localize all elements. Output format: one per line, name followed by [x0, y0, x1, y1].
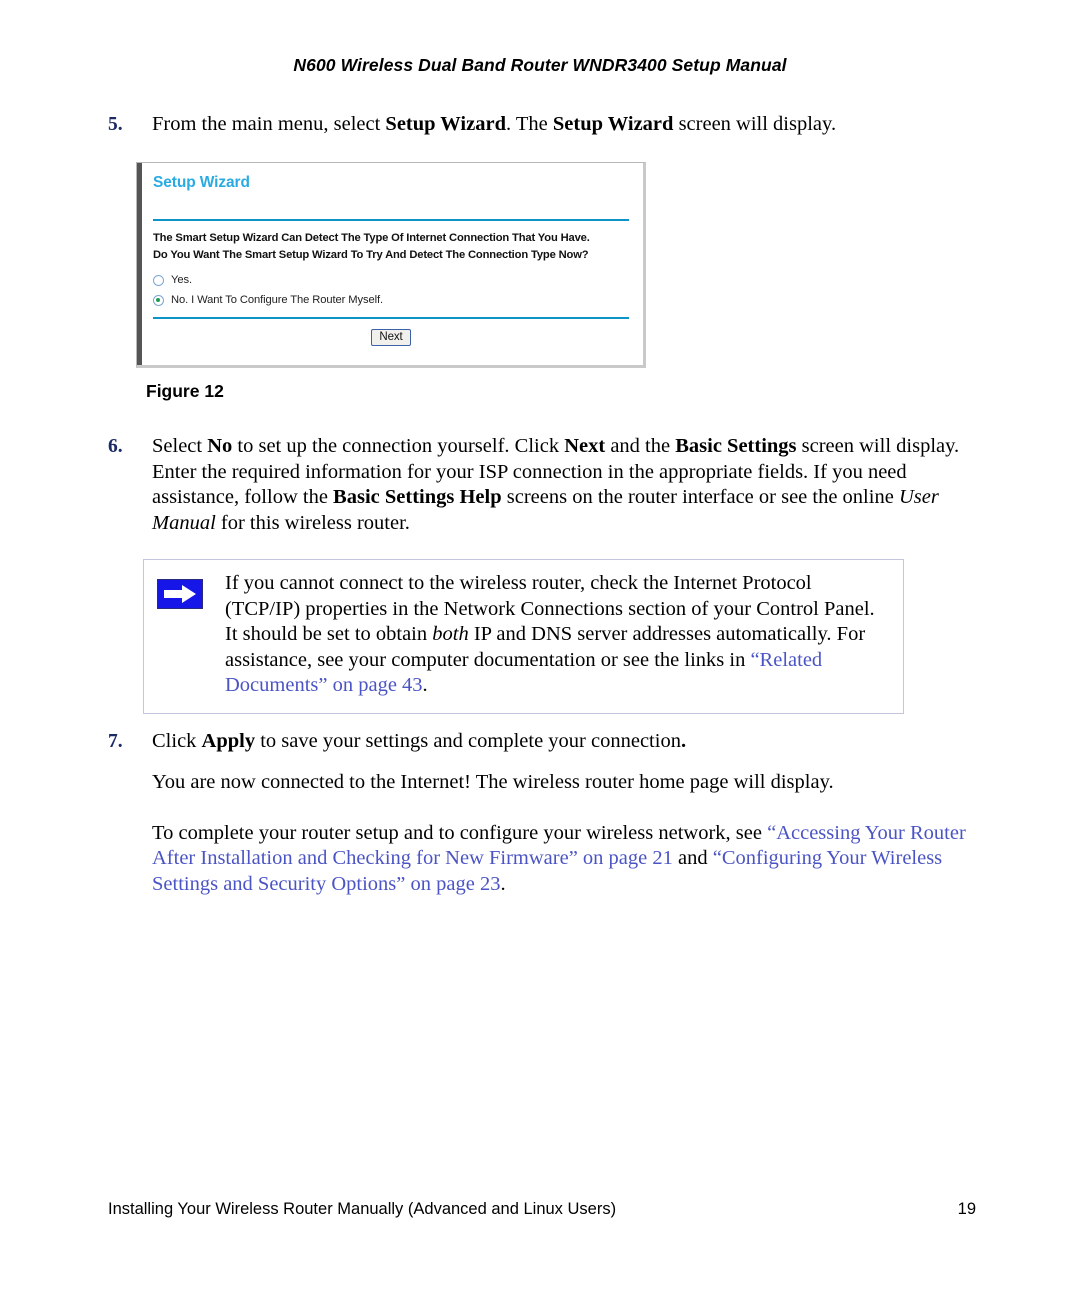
step-5-text-a: From the main menu, select	[152, 113, 386, 135]
paragraph-final: To complete your router setup and to con…	[152, 821, 976, 898]
step-6-text-c: and the	[605, 435, 676, 457]
paragraph-connected: You are now connected to the Internet! T…	[152, 771, 834, 793]
step-6-text: Select No to set up the connection yours…	[152, 434, 976, 536]
footer-page-number: 19	[957, 1200, 976, 1218]
divider-top	[153, 219, 629, 221]
blue-arrow-icon	[157, 579, 203, 609]
step-6-bold-d: Basic Settings Help	[333, 486, 502, 509]
step-6-text-a: Select	[152, 435, 208, 457]
radio-option-yes[interactable]: Yes.	[153, 274, 629, 286]
step-6-text-e: screens on the router interface or see t…	[501, 486, 899, 509]
footer-section-title: Installing Your Wireless Router Manually…	[108, 1200, 617, 1218]
radio-option-yes-label: Yes.	[171, 274, 192, 286]
note-text-c: .	[422, 674, 428, 697]
page-header: N600 Wireless Dual Band Router WNDR3400 …	[0, 55, 1080, 76]
step-7-bold-b: .	[680, 730, 687, 752]
wizard-body-line-2: Do You Want The Smart Setup Wizard To Tr…	[153, 248, 589, 261]
page-header-title: N600 Wireless Dual Band Router WNDR3400 …	[293, 55, 787, 75]
divider-bottom-wrap	[153, 317, 629, 319]
step-6-bold-b: Next	[564, 435, 606, 457]
step-5-bold-b: Setup Wizard	[552, 113, 674, 135]
step-7-bold-a: Apply	[201, 730, 256, 752]
content-column: 5. From the main menu, select Setup Wiza…	[108, 112, 976, 138]
radio-option-no-label: No. I Want To Configure The Router Mysel…	[171, 294, 383, 306]
wizard-button-row: Next	[153, 327, 629, 346]
setup-wizard-screenshot: Setup Wizard The Smart Setup Wizard Can …	[136, 162, 646, 368]
next-button[interactable]: Next	[371, 329, 411, 346]
step-5-text: From the main menu, select Setup Wizard.…	[152, 112, 976, 138]
wizard-body-line-1: The Smart Setup Wizard Can Detect The Ty…	[153, 232, 590, 244]
step-5-text-b: . The	[505, 113, 553, 135]
note-text: If you cannot connect to the wireless ro…	[225, 571, 889, 699]
step-7: 7. Click Apply to save your settings and…	[108, 729, 976, 755]
step-7-text-a: Click	[152, 730, 202, 752]
step-6-text-f: for this wireless router.	[215, 511, 410, 534]
step-6-text-b: to set up the connection yourself. Click	[232, 435, 565, 457]
step-5-number: 5.	[108, 114, 123, 135]
radio-option-no[interactable]: No. I Want To Configure The Router Mysel…	[153, 294, 629, 306]
figure-12-caption: Figure 12	[146, 381, 224, 401]
divider-bottom	[153, 317, 629, 319]
radio-button-no-icon[interactable]	[153, 294, 164, 306]
figure-12-image: Setup Wizard The Smart Setup Wizard Can …	[136, 162, 646, 368]
step-6-bold-c: Basic Settings	[675, 435, 797, 457]
step-7-wrap: 7. Click Apply to save your settings and…	[108, 729, 976, 755]
step-7-text-b: to save your settings and complete your …	[255, 730, 681, 752]
step-6: 6. Select No to set up the connection yo…	[108, 434, 976, 536]
step-6-bold-a: No	[207, 435, 233, 457]
arrow-right-glyph	[164, 585, 196, 603]
final-text-a: To complete your router setup and to con…	[152, 821, 768, 844]
step-7-number: 7.	[108, 731, 123, 752]
step-5: 5. From the main menu, select Setup Wiza…	[108, 112, 976, 138]
step-6-wrap: 6. Select No to set up the connection yo…	[108, 434, 976, 536]
screenshot-inner: Setup Wizard The Smart Setup Wizard Can …	[142, 163, 643, 365]
step-5-bold-a: Setup Wizard	[385, 113, 506, 135]
note-callout-box: If you cannot connect to the wireless ro…	[143, 559, 904, 714]
step-7-text: Click Apply to save your settings and co…	[152, 729, 976, 755]
page-footer: Installing Your Wireless Router Manually…	[108, 1200, 976, 1219]
final-text-b: and	[672, 847, 713, 870]
final-text-c: .	[500, 872, 506, 895]
closing-paragraphs: You are now connected to the Internet! T…	[108, 770, 976, 897]
step-6-number: 6.	[108, 436, 123, 457]
step-5-text-c: screen will display.	[673, 113, 837, 135]
note-italic-a: both	[432, 623, 469, 646]
setup-wizard-heading: Setup Wizard	[153, 174, 250, 191]
radio-button-yes-icon[interactable]	[153, 274, 164, 286]
